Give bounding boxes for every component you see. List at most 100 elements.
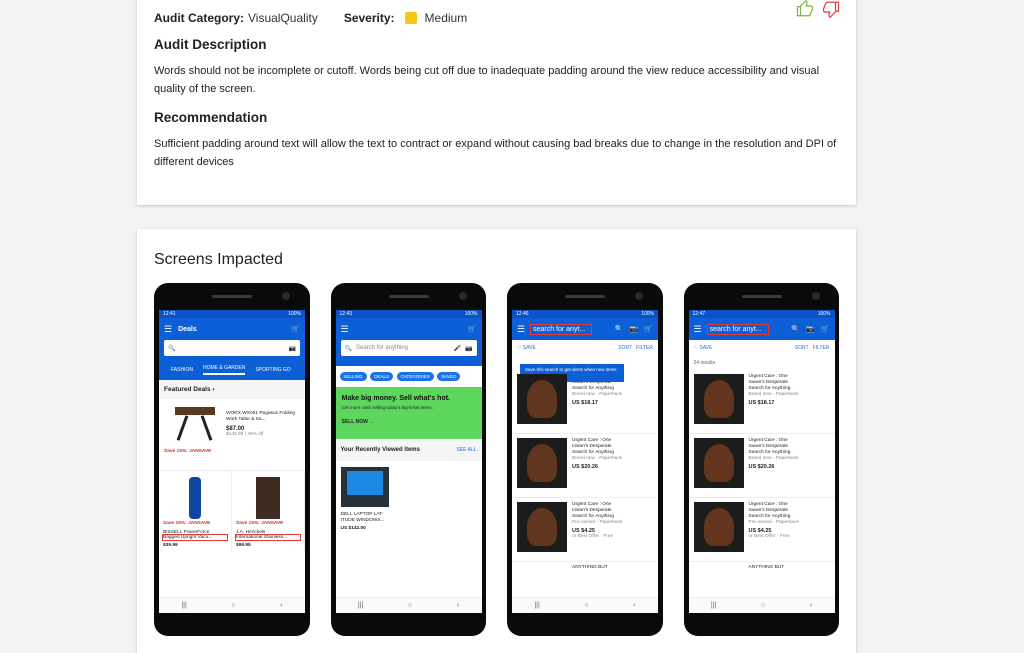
deal-grid: Save 15%: JANSAVE BISSELL PowerForce Bag… [159, 471, 305, 552]
save-label: SAVE [522, 345, 536, 351]
chip-selling: SELLING [339, 372, 367, 381]
audit-card: Audit Category: VisualQuality Severity: … [137, 0, 856, 205]
book-cover-image [693, 438, 744, 488]
item-condition: Brand new · Paperback [748, 456, 799, 461]
recent-item: DELL LAPTOP LAT-ITUDE WINDOWS... US $142… [336, 461, 398, 538]
back-icon: ‹ [456, 602, 460, 609]
recents-icon: ||| [357, 602, 364, 609]
deal-item: Save 15%: JANSAVE WORX WX051 Pegasus Fol… [159, 399, 305, 471]
book-cover-image [517, 374, 567, 424]
cart-icon: 🛒 [291, 326, 300, 333]
search-icon: 🔍 [344, 345, 352, 352]
phone-speaker [388, 295, 429, 298]
list-item-text: Urgent Care : One Iowan's Desperate Sear… [749, 374, 830, 429]
cutoff-text-highlight: Bagged Upright Vacu... [162, 534, 228, 541]
sort-label: SORT [794, 345, 809, 351]
knife-block-image [256, 477, 280, 519]
chip-row: SELLING DEALS CATEGORIES SAVED [336, 366, 482, 387]
phone-camera [635, 292, 643, 300]
deal-promo: Save 15%: JANSAVE [163, 521, 211, 526]
list-item-text: Urgent Care : One Iowan's Desperate Sear… [572, 502, 653, 557]
phone-speaker [212, 295, 252, 298]
status-bar: 12:47 100% [688, 310, 835, 318]
deal-item-image-col: Save 15%: JANSAVE [164, 403, 226, 466]
cutoff-text-highlight: International Stainless... [235, 534, 301, 541]
item-extra: or Best Offer · Free [748, 534, 790, 539]
phone-speaker [741, 295, 782, 298]
cart-icon: 🛒 [820, 326, 830, 333]
list-item-partial: ANYTHING BUT [572, 565, 608, 570]
thumbs-up-icon[interactable] [796, 0, 814, 23]
work-table-image [171, 403, 219, 443]
phone-screen: 12:41 100% ☰ Deals 🛒 🔍 📷 FASHION HOME & … [159, 310, 305, 613]
description-text: Words should not be incomplete or cutoff… [154, 65, 820, 95]
tab-fashion: FASHION [171, 367, 193, 373]
phone-screenshot-search-tooltip[interactable]: 12:46 100% ☰ search for anyt... 🔍 📷 🛒 ♡ … [507, 283, 663, 636]
phone-screenshot-search-results[interactable]: 12:47 100% ☰ search for anyt... 🔍 📷 🛒 ♡ … [683, 283, 839, 636]
screens-card: Screens Impacted 12:41 100% ☰ Deals 🛒 🔍 … [137, 229, 856, 653]
search-bar: 🔍 📷 [164, 340, 300, 356]
header-block: ☰ Deals 🛒 🔍 📷 FASHION HOME & GARDEN SPOR… [159, 318, 305, 380]
header-block: ☰ 🛒 🔍 Search for anything 🎤 📷 [335, 318, 482, 366]
thumbs-down-icon[interactable] [822, 0, 840, 23]
severity-swatch [404, 12, 417, 24]
status-battery: 100% [641, 311, 654, 317]
android-nav-bar: ||| ○ ‹ [512, 597, 658, 613]
book-cover-image [693, 374, 744, 424]
cutoff-search-text: search for anyt... [706, 323, 769, 335]
deal-promo: Save 15%: JANSAVE [236, 521, 284, 526]
tab-home-garden: HOME & GARDEN [202, 365, 246, 375]
save-label: SAVE [699, 345, 713, 351]
cart-icon: 🛒 [467, 326, 477, 333]
android-nav-bar: ||| ○ ‹ [688, 597, 835, 613]
recent-heading: Your Recently Viewed Items [340, 447, 420, 453]
app-bar: ☰ search for anyt... 🔍 📷 🛒 [688, 318, 835, 340]
screens-heading: Screens Impacted [154, 251, 283, 268]
banner-heading: Make big money. Sell what's hot. [341, 395, 451, 402]
status-bar: 12:43 100% [335, 310, 482, 318]
deal-info: WORX WX051 Pegasus Folding Work Table & … [226, 403, 300, 466]
phone-screen: 12:43 100% ☰ 🛒 🔍 Search for anything 🎤 📷 [335, 310, 482, 613]
cart-icon: 🛒 [644, 326, 653, 333]
item-condition: Pre-owned · Paperback [572, 520, 623, 525]
app-bar: ☰ search for anyt... 🔍 📷 🛒 [512, 318, 658, 340]
phone-screen: 12:46 100% ☰ search for anyt... 🔍 📷 🛒 ♡ … [512, 310, 658, 613]
back-icon: ‹ [809, 602, 813, 609]
phone-screenshot-home[interactable]: 12:43 100% ☰ 🛒 🔍 Search for anything 🎤 📷 [330, 283, 486, 636]
menu-icon: ☰ [693, 323, 702, 334]
status-time: 12:46 [516, 311, 529, 317]
audit-category-value: VisualQuality [248, 11, 318, 25]
sort-filter: SORT FILTER [618, 345, 653, 351]
laptop-image [340, 467, 389, 507]
category-tabs: FASHION HOME & GARDEN SPORTING GO [159, 360, 305, 380]
save-search: ♡ SAVE [693, 345, 713, 351]
chip-saved: SAVED [437, 372, 461, 381]
phone-screen: 12:47 100% ☰ search for anyt... 🔍 📷 🛒 ♡ … [688, 310, 835, 613]
deal-cell-knives: Save 15%: JANSAVE J.A. Henckels Internat… [232, 471, 305, 552]
list-item: Urgent Care : One Iowan's Desperate Sear… [688, 434, 835, 498]
vacuum-image [189, 477, 201, 519]
deal-price: $99.95 [236, 543, 251, 548]
recents-icon: ||| [710, 602, 717, 609]
menu-icon: ☰ [517, 323, 526, 334]
list-item: Urgent Care : One Iowan's Desperate Sear… [688, 498, 835, 562]
banner-subtext: Get more cash selling today's big-ticket… [341, 405, 433, 410]
phone-screenshot-deals[interactable]: 12:41 100% ☰ Deals 🛒 🔍 📷 FASHION HOME & … [154, 283, 310, 636]
deal-cell-vacuum: Save 15%: JANSAVE BISSELL PowerForce Bag… [159, 471, 232, 552]
deal-name: WORX WX051 Pegasus Folding Work Table & … [226, 411, 296, 422]
filter-bar: ♡ SAVE SORT FILTER [512, 340, 658, 356]
list-item-text: Urgent Care : One Iowan's Desperate Sear… [572, 374, 653, 429]
book-cover-image [517, 438, 567, 488]
list-item-text: Urgent Care : One Iowan's Desperate Sear… [749, 502, 830, 557]
severity-label: Severity: [343, 11, 395, 25]
banner-cta-label: SELL NOW [341, 419, 368, 425]
banner-cta: SELL NOW → [341, 419, 375, 425]
deal-promo: Save 15%: JANSAVE [164, 449, 212, 454]
camera-icon: 📷 [806, 326, 815, 333]
item-condition: Pre-owned · Paperback [748, 520, 799, 525]
search-placeholder: Search for anything [355, 345, 409, 351]
deal-price: $39.99 [163, 543, 178, 548]
deal-was-price: $144.99 | 40% off [226, 432, 264, 437]
book-cover-image [517, 502, 567, 552]
feedback-buttons [796, 0, 840, 23]
